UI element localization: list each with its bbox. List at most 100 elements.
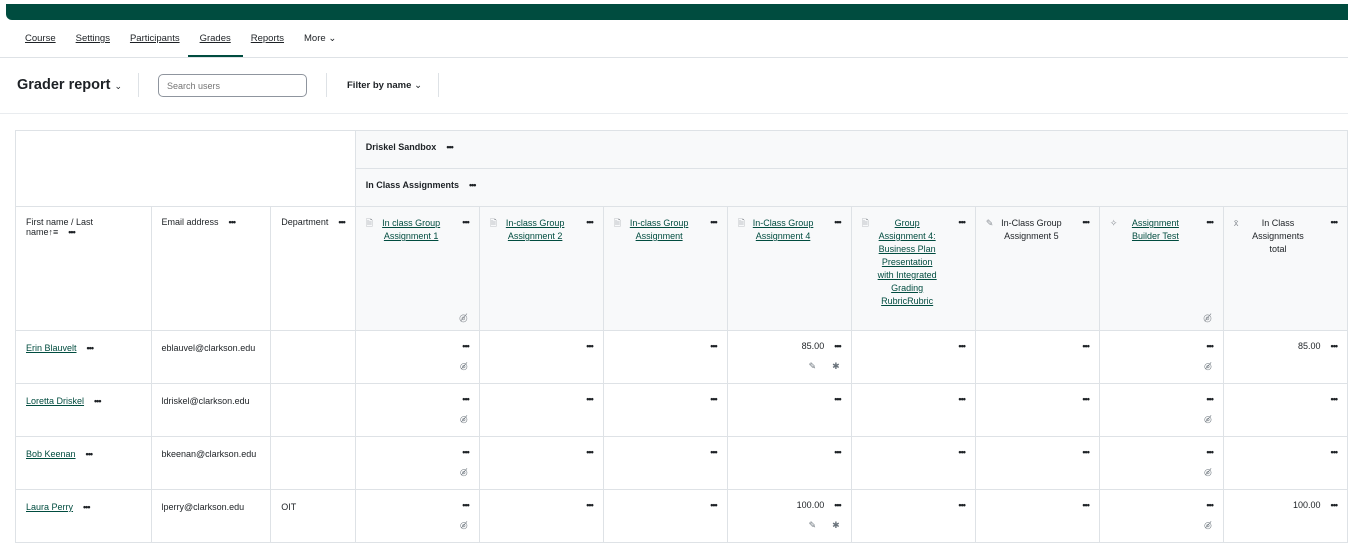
- grade-cell-menu[interactable]: •••: [586, 447, 594, 457]
- grade-cell-menu[interactable]: •••: [1331, 500, 1339, 510]
- grade-cell[interactable]: ••• ◎̸: [1098, 330, 1224, 384]
- grade-item-link[interactable]: Assignment Builder Test: [1122, 217, 1188, 243]
- student-name-link[interactable]: Laura Perry: [26, 502, 73, 512]
- grade-item-menu[interactable]: •••: [710, 217, 718, 243]
- grade-cell-menu[interactable]: •••: [1082, 447, 1090, 457]
- grade-cell[interactable]: •••: [850, 330, 976, 384]
- grade-cell[interactable]: ••• ◎̸: [354, 489, 480, 543]
- grade-cell[interactable]: 85.00 •••: [1222, 330, 1348, 384]
- grade-cell-menu[interactable]: •••: [958, 447, 966, 457]
- grade-cell[interactable]: ••• ◎̸: [1098, 436, 1224, 490]
- grade-cell-menu[interactable]: •••: [462, 500, 470, 510]
- nav-reports[interactable]: Reports: [251, 33, 284, 57]
- grade-cell[interactable]: •••: [1222, 436, 1348, 490]
- student-name-link[interactable]: Loretta Driskel: [26, 396, 84, 406]
- course-actions-menu[interactable]: •••: [446, 142, 454, 152]
- grade-cell[interactable]: •••: [850, 436, 976, 490]
- nav-course[interactable]: Course: [25, 33, 56, 57]
- grade-cell[interactable]: •••: [726, 383, 852, 437]
- grade-cell[interactable]: •••: [974, 436, 1100, 490]
- grade-item-link[interactable]: In-class Group Assignment: [626, 217, 692, 243]
- grade-item-menu[interactable]: •••: [1206, 217, 1214, 243]
- grade-item-menu[interactable]: •••: [586, 217, 594, 243]
- grade-cell-menu[interactable]: •••: [462, 447, 470, 457]
- grade-cell[interactable]: •••: [726, 436, 852, 490]
- grade-cell[interactable]: ••• ◎̸: [354, 436, 480, 490]
- grade-cell[interactable]: ••• ◎̸: [354, 330, 480, 384]
- grade-cell-menu[interactable]: •••: [1206, 341, 1214, 351]
- student-actions-menu[interactable]: •••: [86, 449, 94, 459]
- grade-cell-menu[interactable]: •••: [958, 500, 966, 510]
- student-name-link[interactable]: Bob Keenan: [26, 449, 76, 459]
- filter-by-name-button[interactable]: Filter by name ⌄: [347, 80, 422, 91]
- grade-cell-menu[interactable]: •••: [1206, 394, 1214, 404]
- grade-cell-menu[interactable]: •••: [834, 341, 842, 351]
- grade-item-menu[interactable]: •••: [462, 217, 470, 243]
- grade-cell[interactable]: ••• ◎̸: [1098, 383, 1224, 437]
- grade-cell-menu[interactable]: •••: [710, 341, 718, 351]
- grade-cell-menu[interactable]: •••: [1082, 341, 1090, 351]
- grade-cell[interactable]: •••: [478, 436, 604, 490]
- grade-cell-menu[interactable]: •••: [1331, 341, 1339, 351]
- grade-cell[interactable]: •••: [850, 383, 976, 437]
- grade-cell[interactable]: •••: [602, 330, 728, 384]
- grade-cell-menu[interactable]: •••: [834, 447, 842, 457]
- name-column-menu[interactable]: •••: [68, 227, 76, 237]
- sort-ascending-icon[interactable]: ↑≡: [49, 227, 59, 237]
- grade-cell-menu[interactable]: •••: [1331, 394, 1339, 404]
- student-name-link[interactable]: Erin Blauvelt: [26, 343, 77, 353]
- nav-grades[interactable]: Grades: [187, 33, 243, 57]
- grade-cell-menu[interactable]: •••: [586, 341, 594, 351]
- student-actions-menu[interactable]: •••: [94, 396, 102, 406]
- grade-cell[interactable]: •••: [974, 383, 1100, 437]
- grade-cell-menu[interactable]: •••: [1206, 447, 1214, 457]
- department-column-menu[interactable]: •••: [338, 217, 346, 227]
- grade-cell-menu[interactable]: •••: [1082, 394, 1090, 404]
- edit-feedback-icon[interactable]: ✎: [809, 520, 817, 531]
- grade-cell[interactable]: •••: [478, 489, 604, 543]
- grade-cell-menu[interactable]: •••: [710, 447, 718, 457]
- student-actions-menu[interactable]: •••: [87, 343, 95, 353]
- grade-item-link[interactable]: In-Class Group Assignment 4: [750, 217, 816, 243]
- grade-cell[interactable]: •••: [602, 489, 728, 543]
- grade-cell-menu[interactable]: •••: [586, 394, 594, 404]
- grade-cell[interactable]: •••: [602, 436, 728, 490]
- grade-cell[interactable]: 100.00 •••: [1222, 489, 1348, 543]
- grade-cell-menu[interactable]: •••: [834, 500, 842, 510]
- grade-cell[interactable]: •••: [850, 489, 976, 543]
- grade-cell-menu[interactable]: •••: [462, 341, 470, 351]
- grade-item-menu[interactable]: •••: [958, 217, 966, 308]
- nav-more[interactable]: More ⌄: [304, 33, 336, 57]
- grade-cell-menu[interactable]: •••: [958, 341, 966, 351]
- grade-cell[interactable]: •••: [974, 489, 1100, 543]
- grade-item-menu[interactable]: •••: [1082, 217, 1090, 243]
- grade-cell-menu[interactable]: •••: [586, 500, 594, 510]
- grade-cell-menu[interactable]: •••: [834, 394, 842, 404]
- edit-feedback-icon[interactable]: ✎: [809, 361, 817, 372]
- grade-cell[interactable]: 85.00 ••• ✎ ✱: [726, 330, 852, 384]
- grade-cell-menu[interactable]: •••: [1206, 500, 1214, 510]
- grade-item-link[interactable]: In-class Group Assignment 2: [502, 217, 568, 243]
- grade-cell-menu[interactable]: •••: [462, 394, 470, 404]
- grade-cell[interactable]: •••: [478, 383, 604, 437]
- grade-cell-menu[interactable]: •••: [710, 394, 718, 404]
- grade-item-menu[interactable]: •••: [834, 217, 842, 243]
- nav-participants[interactable]: Participants: [130, 33, 180, 57]
- grade-cell[interactable]: 100.00 ••• ✎ ✱: [726, 489, 852, 543]
- grade-cell[interactable]: •••: [478, 330, 604, 384]
- grade-cell-menu[interactable]: •••: [1331, 447, 1339, 457]
- search-users-input[interactable]: [158, 74, 307, 97]
- grade-cell-menu[interactable]: •••: [710, 500, 718, 510]
- grade-item-link[interactable]: Group Assignment 4: Business Plan Presen…: [874, 217, 941, 308]
- grade-cell[interactable]: ••• ◎̸: [1098, 489, 1224, 543]
- grade-cell[interactable]: •••: [602, 383, 728, 437]
- grade-item-link[interactable]: In class Group Assignment 1: [378, 217, 444, 243]
- student-actions-menu[interactable]: •••: [83, 502, 91, 512]
- grade-cell-menu[interactable]: •••: [958, 394, 966, 404]
- report-selector[interactable]: Grader report ⌄: [17, 77, 122, 93]
- grade-item-menu[interactable]: •••: [1331, 217, 1339, 256]
- name-header-label[interactable]: First name / Last name: [26, 217, 93, 237]
- grade-cell[interactable]: •••: [974, 330, 1100, 384]
- grade-cell-menu[interactable]: •••: [1082, 500, 1090, 510]
- email-column-menu[interactable]: •••: [229, 217, 237, 227]
